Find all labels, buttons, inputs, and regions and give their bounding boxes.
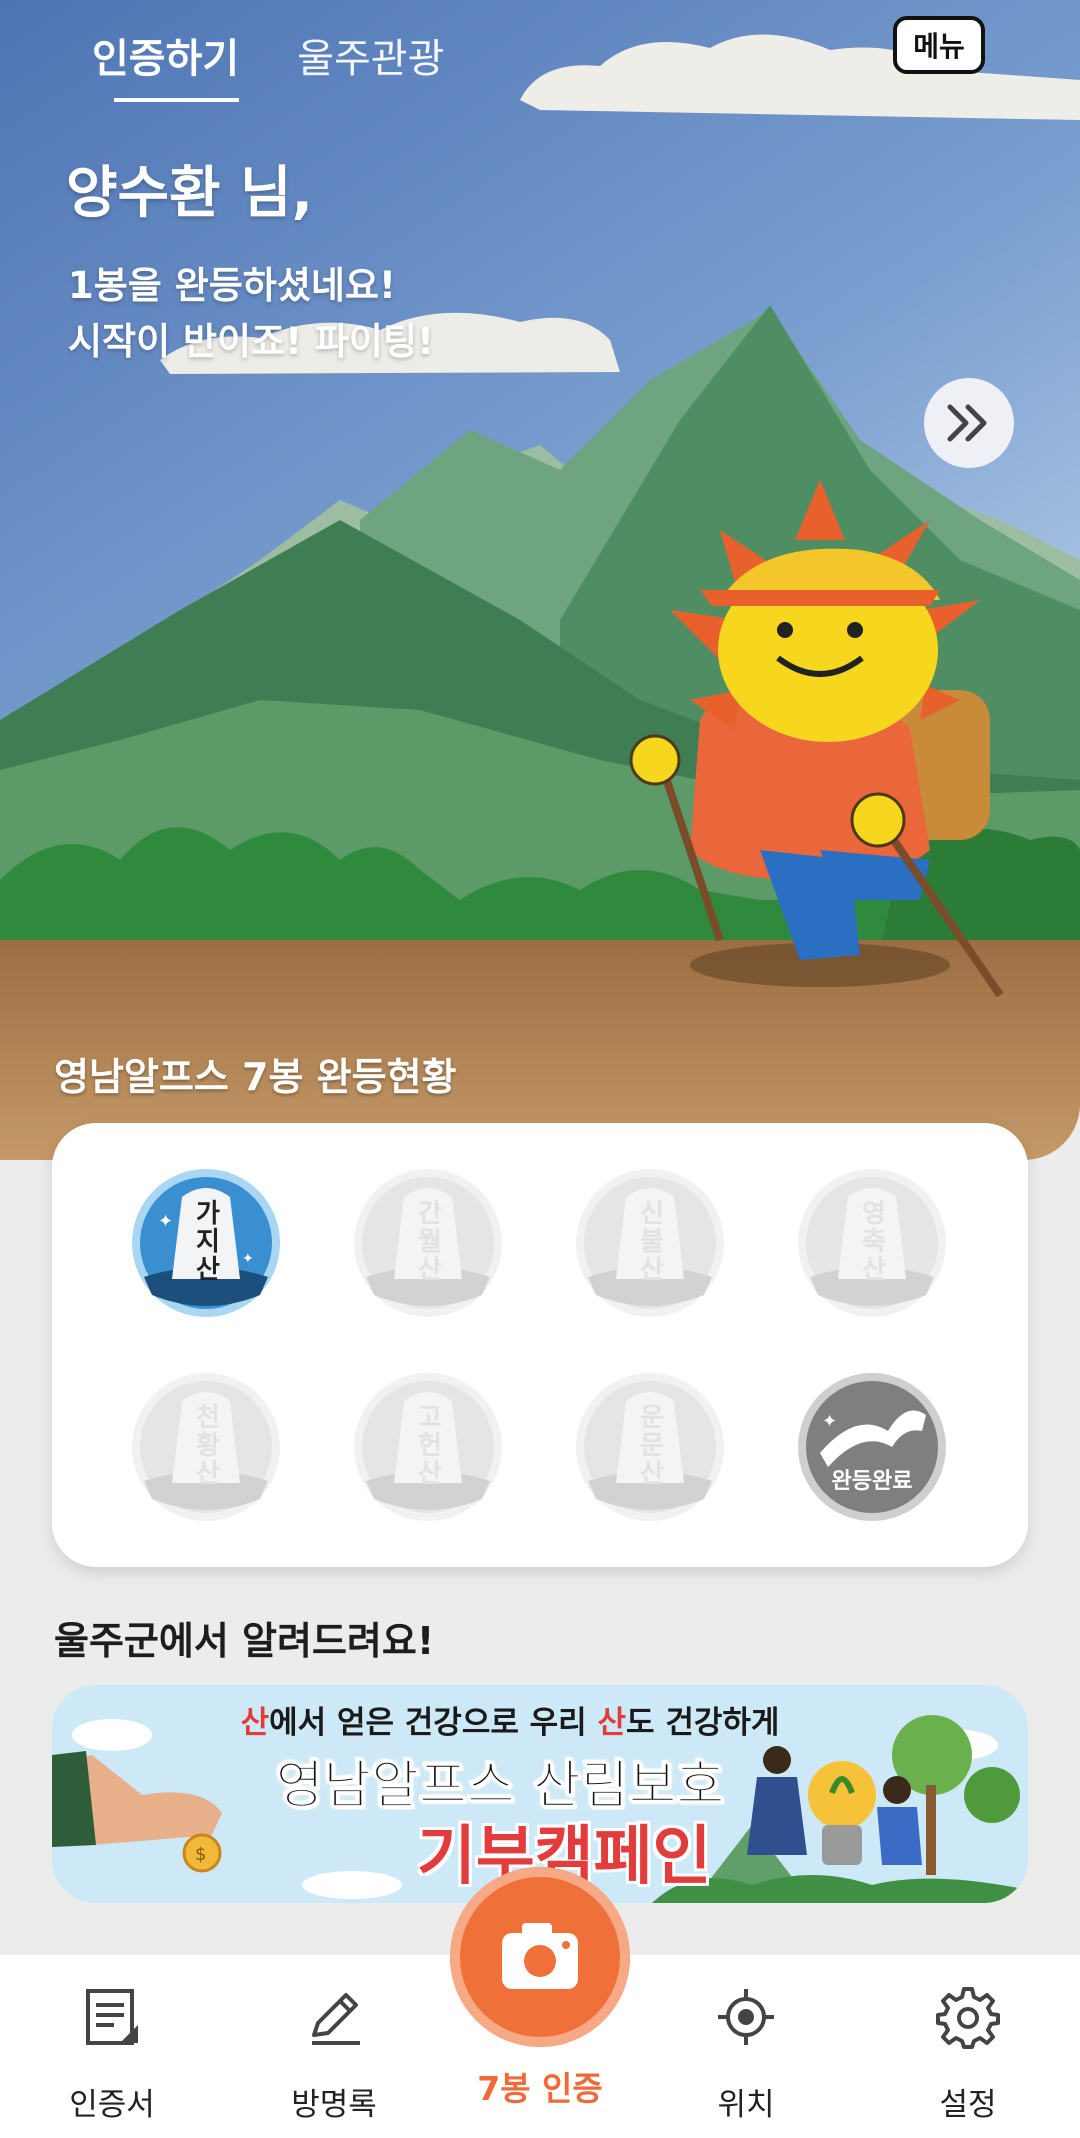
nav-label: 설정 [939, 2087, 997, 2123]
banner-tagline-part: 산 [240, 1705, 270, 1741]
banner-tagline-part: 에서 얻은 건강으로 우리 [269, 1705, 598, 1741]
svg-text:$: $ [195, 1844, 206, 1865]
completion-badge-label: 완등완료 [831, 1469, 913, 1494]
camera-certify-label[interactable]: 7봉 인증 [440, 2062, 640, 2110]
completion-mountain-icon: ✦ [798, 1373, 946, 1521]
banner-tagline-part: 산 [597, 1705, 627, 1741]
badge-label: 신불산 [634, 1199, 665, 1283]
hero-banner: 인증하기 울주관광 메뉴 양수환 님, 1봉을 완등하셨네요! 시작이 반이죠!… [0, 0, 1080, 1160]
banner-tagline: 산에서 얻은 건강으로 우리 산도 건강하게 [52, 1697, 1028, 1742]
greeting-name: 양수환 님, [66, 161, 313, 226]
peak-badge-card: ✦ ✦ 가지산 간월산 신불산 영축산 천황산 고헌산 운문산 ✦ 완등완료 [52, 1123, 1028, 1567]
nav-label: 방명록 [291, 2087, 377, 2123]
badge-gajisan[interactable]: ✦ ✦ 가지산 [130, 1167, 282, 1319]
camera-certify-button[interactable] [450, 1867, 630, 2047]
next-arrow-button[interactable] [924, 378, 1014, 468]
badge-yeongchuksan[interactable]: 영축산 [796, 1167, 948, 1319]
banner-tagline-part: 도 건강하게 [626, 1705, 780, 1741]
menu-button[interactable]: 메뉴 [893, 16, 985, 74]
pencil-icon [312, 1993, 360, 2045]
badge-ganwolsan[interactable]: 간월산 [352, 1167, 504, 1319]
badge-completion[interactable]: ✦ 완등완료 [796, 1371, 948, 1523]
double-chevron-right-icon [947, 404, 987, 442]
nav-item-settings[interactable]: 설정 [878, 1955, 1058, 2138]
progress-section-title: 영남알프스 7봉 완등현황 [54, 1055, 457, 1099]
badge-sinbulsan[interactable]: 신불산 [574, 1167, 726, 1319]
location-target-icon [718, 1989, 774, 2045]
nav-item-guestbook[interactable]: 방명록 [244, 1955, 424, 2138]
badge-label: 가지산 [190, 1199, 221, 1283]
badge-label: 운문산 [634, 1403, 665, 1487]
top-tab-bar: 인증하기 울주관광 [92, 26, 444, 102]
nav-item-location[interactable]: 위치 [656, 1955, 836, 2138]
gear-icon [936, 1987, 1000, 2049]
badge-label: 간월산 [412, 1199, 443, 1283]
badge-goheonsan[interactable]: 고헌산 [352, 1371, 504, 1523]
notice-section-title: 울주군에서 알려드려요! [54, 1619, 435, 1663]
tab-certify[interactable]: 인증하기 [92, 26, 240, 102]
greeting-message-line1: 1봉을 완등하셨네요! [68, 264, 396, 307]
greeting-message-line2: 시작이 반이죠! 파이팅! [68, 320, 434, 363]
nav-item-certificate[interactable]: 인증서 [22, 1955, 202, 2138]
camera-icon [502, 1923, 578, 1989]
greeting-message: 1봉을 완등하셨네요! 시작이 반이죠! 파이팅! [68, 258, 434, 370]
badge-cheonhwangsan[interactable]: 천황산 [130, 1371, 282, 1523]
tab-ulju-tourism[interactable]: 울주관광 [297, 26, 444, 96]
badge-label: 고헌산 [412, 1403, 443, 1487]
nav-label: 위치 [717, 2087, 775, 2123]
badge-label: 천황산 [190, 1403, 221, 1487]
nav-label: 인증서 [69, 2087, 155, 2123]
badge-label: 영축산 [856, 1199, 887, 1283]
certificate-icon [86, 1989, 138, 2045]
svg-text:✦: ✦ [822, 1411, 837, 1432]
badge-unmunsan[interactable]: 운문산 [574, 1371, 726, 1523]
